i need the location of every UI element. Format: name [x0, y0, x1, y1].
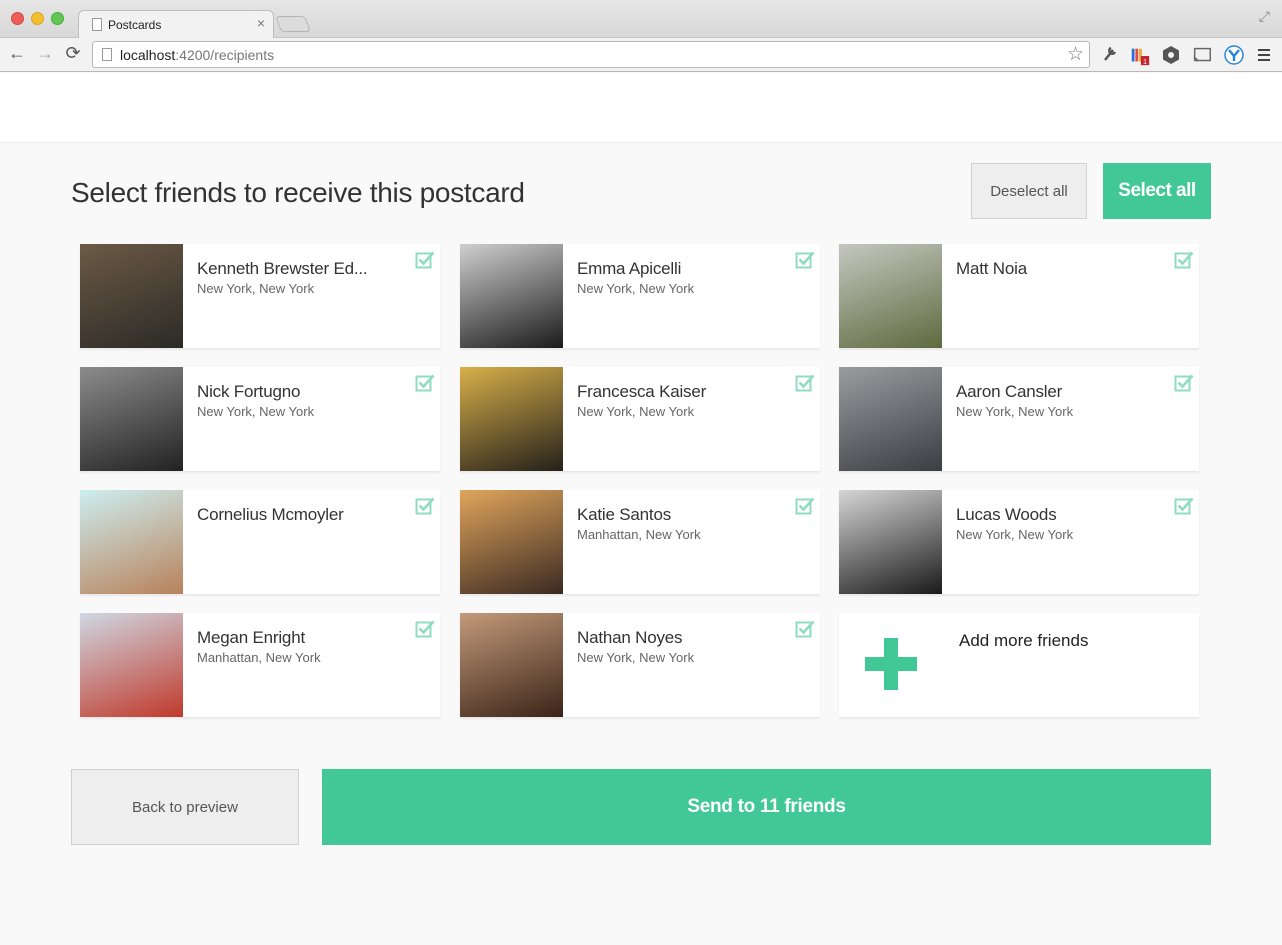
friend-card[interactable]: Francesca Kaiser New York, New York [460, 367, 820, 471]
window-minimize-button[interactable] [31, 12, 44, 25]
add-more-friends-label: Add more friends [959, 631, 1089, 650]
friend-card[interactable]: Kenneth Brewster Ed... New York, New York [80, 244, 440, 348]
friend-name: Cornelius Mcmoyler [197, 505, 344, 524]
friend-name: Emma Apicelli [577, 259, 682, 278]
checkbox-checked-icon[interactable] [795, 250, 815, 270]
checkbox-checked-icon[interactable] [415, 619, 435, 639]
friend-location: New York, New York [197, 404, 315, 419]
friend-name: Francesca Kaiser [577, 382, 707, 401]
back-to-preview-button[interactable]: Back to preview [71, 769, 299, 845]
friend-photo [80, 244, 183, 348]
friend-location: New York, New York [577, 404, 695, 419]
window-maximize-button[interactable] [51, 12, 64, 25]
browser-titlebar: Postcards × ⤢ [0, 0, 1282, 39]
friend-photo [460, 613, 563, 717]
tab-close-icon[interactable]: × [257, 15, 265, 31]
friend-name: Megan Enright [197, 628, 305, 647]
send-button[interactable]: Send to 11 friends [322, 769, 1211, 845]
friend-location: New York, New York [197, 281, 315, 296]
menu-icon[interactable] [1253, 44, 1275, 66]
page-title: Select friends to receive this postcard [71, 177, 525, 208]
friend-card[interactable]: Katie Santos Manhattan, New York [460, 490, 820, 594]
page-icon [92, 18, 102, 31]
checkbox-checked-icon[interactable] [1174, 496, 1194, 516]
friend-location: Manhattan, New York [577, 527, 701, 542]
fullscreen-icon[interactable]: ⤢ [1259, 8, 1270, 25]
cast-icon[interactable] [1191, 44, 1213, 66]
checkbox-checked-icon[interactable] [415, 250, 435, 270]
checkbox-checked-icon[interactable] [415, 496, 435, 516]
friend-card[interactable]: Nick Fortugno New York, New York [80, 367, 440, 471]
url-text[interactable]: localhost:4200/recipients [120, 47, 274, 63]
add-more-friends-card[interactable]: Add more friends [839, 613, 1199, 717]
friend-card[interactable]: Aaron Cansler New York, New York [839, 367, 1199, 471]
friend-location: New York, New York [956, 527, 1074, 542]
checkbox-checked-icon[interactable] [1174, 250, 1194, 270]
deselect-all-button[interactable]: Deselect all [971, 163, 1087, 219]
friend-card[interactable]: Cornelius Mcmoyler [80, 490, 440, 594]
friend-card[interactable]: Nathan Noyes New York, New York [460, 613, 820, 717]
friend-location: New York, New York [956, 404, 1074, 419]
checkbox-checked-icon[interactable] [795, 496, 815, 516]
checkbox-checked-icon[interactable] [415, 373, 435, 393]
friend-photo [839, 367, 942, 471]
friend-photo [839, 244, 942, 348]
friend-name: Aaron Cansler [956, 382, 1063, 401]
friend-location: New York, New York [577, 281, 695, 296]
friend-location: Manhattan, New York [197, 650, 321, 665]
address-bar[interactable]: localhost:4200/recipients ☆ [92, 41, 1090, 68]
friend-name: Matt Noia [956, 259, 1027, 278]
extension-y-icon[interactable] [1223, 44, 1245, 66]
friend-card[interactable]: Matt Noia [839, 244, 1199, 348]
browser-tab[interactable]: Postcards × [78, 10, 274, 39]
window-close-button[interactable] [11, 12, 24, 25]
friend-photo [460, 244, 563, 348]
friend-name: Nick Fortugno [197, 382, 301, 401]
friend-card[interactable]: Lucas Woods New York, New York [839, 490, 1199, 594]
friend-photo [460, 367, 563, 471]
checkbox-checked-icon[interactable] [795, 619, 815, 639]
page-icon [102, 48, 112, 61]
select-all-button[interactable]: Select all [1103, 163, 1211, 219]
extension-hexagon-icon[interactable] [1160, 44, 1182, 66]
friend-photo [80, 613, 183, 717]
back-arrow-icon[interactable]: ← [6, 43, 28, 64]
browser-toolbar: ← → ⟳ localhost:4200/recipients ☆ 1 [0, 38, 1282, 72]
reload-icon[interactable]: ⟳ [62, 43, 84, 64]
svg-text:1: 1 [1143, 57, 1147, 66]
friend-name: Lucas Woods [956, 505, 1057, 524]
friend-name: Nathan Noyes [577, 628, 683, 647]
app-header [0, 73, 1282, 143]
friend-name: Kenneth Brewster Ed... [197, 259, 368, 278]
checkbox-checked-icon[interactable] [795, 373, 815, 393]
bookmark-star-icon[interactable]: ☆ [1067, 43, 1084, 66]
friend-card[interactable]: Megan Enright Manhattan, New York [80, 613, 440, 717]
forward-arrow-icon[interactable]: → [34, 43, 56, 64]
friend-photo [839, 490, 942, 594]
extension-wrench-icon[interactable] [1099, 44, 1121, 64]
friend-photo [460, 490, 563, 594]
friend-location: New York, New York [577, 650, 695, 665]
friend-card[interactable]: Emma Apicelli New York, New York [460, 244, 820, 348]
extension-bars-icon[interactable]: 1 [1129, 44, 1151, 68]
checkbox-checked-icon[interactable] [1174, 373, 1194, 393]
plus-icon-bar [865, 657, 917, 671]
new-tab-button[interactable] [275, 16, 311, 32]
tab-title: Postcards [108, 18, 162, 32]
friend-name: Katie Santos [577, 505, 671, 524]
friend-photo [80, 490, 183, 594]
friend-photo [80, 367, 183, 471]
